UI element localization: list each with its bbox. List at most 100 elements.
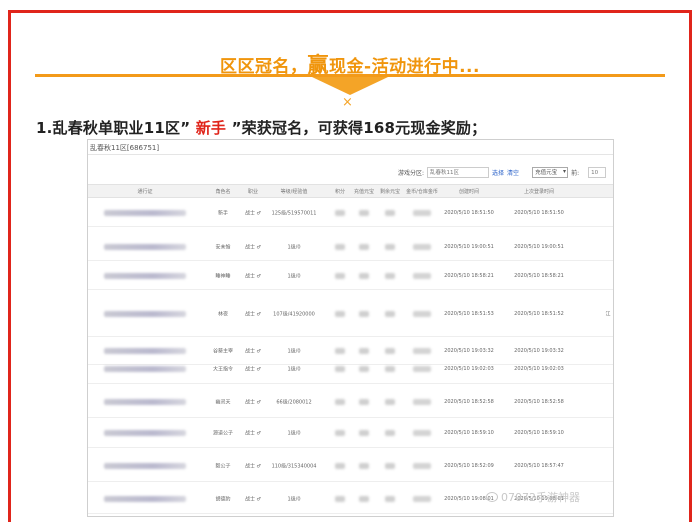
last-login-time: 2020/5/10 18:52:58 (514, 398, 564, 405)
created-time: 2020/5/10 18:51:53 (444, 311, 494, 317)
blurred-remaining (385, 311, 395, 317)
blurred-remaining (385, 243, 395, 250)
blurred-gold (413, 429, 431, 436)
created-time: 2020/5/10 18:51:50 (444, 209, 494, 216)
created-time: 2020/5/10 19:02:03 (444, 365, 494, 372)
role-level: 107级/41920000 (273, 311, 315, 318)
column-header: 角色名 (215, 189, 231, 195)
blurred-remaining (385, 462, 395, 469)
created-time: 2020/5/10 19:00:51 (444, 243, 494, 250)
blurred-points (335, 429, 345, 436)
headline-suffix: ”荣获冠名，可获得168元现金奖励； (231, 119, 487, 137)
role-job: 战士 ♂ (244, 366, 262, 372)
role-name: 谷葵主宰 (212, 348, 234, 354)
server-input[interactable]: 乱春秋11区 (427, 167, 490, 178)
column-header: 等级/经验值 (280, 189, 308, 195)
role-name: 林夜 (217, 311, 229, 318)
blurred-points (335, 311, 345, 317)
blurred-remaining (385, 495, 395, 502)
blurred-account (104, 209, 186, 216)
table-row: 源道公子 战士 ♂ 1级/0 2020/5/10 18:59:10 2020/5/10 … (88, 418, 613, 448)
blurred-recharge (359, 209, 369, 216)
top-label: 前: (571, 170, 580, 177)
blurred-recharge (359, 462, 369, 469)
blurred-account (104, 243, 186, 250)
blurred-gold (413, 272, 431, 279)
table-row: 林夜 战士 ♂ 107级/41920000 2020/5/10 18:51:53 202… (88, 292, 613, 337)
select-link[interactable]: 选择 (492, 168, 504, 177)
row-extra: 江 (605, 311, 611, 318)
blurred-account (104, 495, 186, 502)
wechat-icon (486, 492, 498, 502)
column-header: 上次登录时间 (523, 189, 555, 195)
role-name: 胡德豹 (215, 496, 231, 502)
role-level: 1级/0 (287, 348, 301, 354)
column-header: 积分 (334, 189, 346, 195)
column-header: 充值元宝 (353, 189, 375, 195)
blurred-gold (413, 365, 431, 372)
column-header: 通行证 (137, 189, 153, 195)
blurred-gold (413, 243, 431, 250)
role-name: 安未愉 (215, 244, 231, 250)
table-header: 通行证 角色名 职业 等级/经验值 积分 充值元宝 剩余元宝 金币/仓库金币 创建时间 上次登录时… (88, 184, 613, 198)
last-login-time: 2020/5/10 19:03:32 (514, 347, 564, 354)
blurred-recharge (359, 347, 369, 354)
headline-highlight: 新手 (195, 119, 227, 137)
role-name: 新手 (217, 210, 229, 216)
role-level: 1级/0 (287, 366, 301, 372)
last-login-time: 2020/5/10 18:59:10 (514, 429, 564, 436)
blurred-recharge (359, 272, 369, 279)
blurred-account (104, 311, 186, 317)
watermark: 07072手游神器 (486, 489, 580, 505)
sort-select[interactable]: 充值元宝 (532, 167, 569, 178)
blurred-gold (413, 398, 431, 405)
column-header: 职业 (247, 189, 259, 195)
created-time: 2020/5/10 18:52:09 (444, 462, 494, 469)
created-time: 2020/5/10 18:58:21 (444, 272, 494, 279)
created-time: 2020/5/10 18:59:10 (444, 429, 494, 436)
banner-arrow-icon (312, 77, 388, 95)
blurred-points (335, 398, 345, 405)
table-row: 新手 战士 ♂ 125级/519570011 2020/5/10 18:51:50 20… (88, 199, 613, 227)
role-job: 战士 ♂ (244, 244, 262, 250)
blurred-remaining (385, 272, 395, 279)
table-row: 毅公子 战士 ♂ 110级/315340004 2020/5/10 18:52:09 2… (88, 450, 613, 482)
blurred-recharge (359, 429, 369, 436)
watermark-text: 07072手游神器 (501, 491, 580, 504)
blurred-account (104, 272, 186, 279)
table-row: 大王指令 战士 ♂ 1级/0 2020/5/10 19:02:03 2020/5/10 … (88, 354, 613, 384)
blurred-remaining (385, 398, 395, 405)
role-name: 幽灵天 (215, 399, 231, 405)
role-level: 1级/0 (287, 273, 301, 279)
role-level: 110级/315340004 (271, 463, 317, 469)
blurred-points (335, 347, 345, 354)
headline-prefix: 1.乱春秋单职业11区” (36, 119, 191, 137)
last-login-time: 2020/5/10 19:00:51 (514, 243, 564, 250)
blurred-remaining (385, 347, 395, 354)
blurred-account (104, 347, 186, 354)
blurred-gold (413, 462, 431, 469)
role-job: 战士 ♂ (244, 273, 262, 279)
role-job: 战士 ♂ (244, 348, 262, 354)
server-title: 乱春秋11区[686751] (90, 144, 160, 152)
role-job: 战士 ♂ (244, 463, 262, 469)
blurred-points (335, 462, 345, 469)
role-name: 睡神睡 (215, 273, 231, 279)
blurred-recharge (359, 243, 369, 250)
blurred-recharge (359, 398, 369, 405)
table-row: 安未愉 战士 ♂ 1级/0 2020/5/10 19:00:51 2020/5/10 1… (88, 233, 613, 261)
close-x-icon: × (342, 95, 353, 110)
clear-link[interactable]: 清空 (507, 168, 519, 177)
blurred-points (335, 495, 345, 502)
blurred-remaining (385, 429, 395, 436)
top-count-input[interactable]: 10 (588, 167, 607, 178)
blurred-gold (413, 311, 431, 317)
blurred-account (104, 398, 186, 405)
table-row: 幽灵天 战士 ♂ 66级/2080012 2020/5/10 18:52:58 2020… (88, 386, 613, 418)
role-job: 战士 ♂ (244, 210, 262, 216)
blurred-points (335, 243, 345, 250)
role-level: 66级/2080012 (276, 399, 312, 405)
role-name: 大王指令 (212, 366, 234, 372)
role-level: 125级/519570011 (271, 210, 317, 216)
blurred-gold (413, 347, 431, 354)
